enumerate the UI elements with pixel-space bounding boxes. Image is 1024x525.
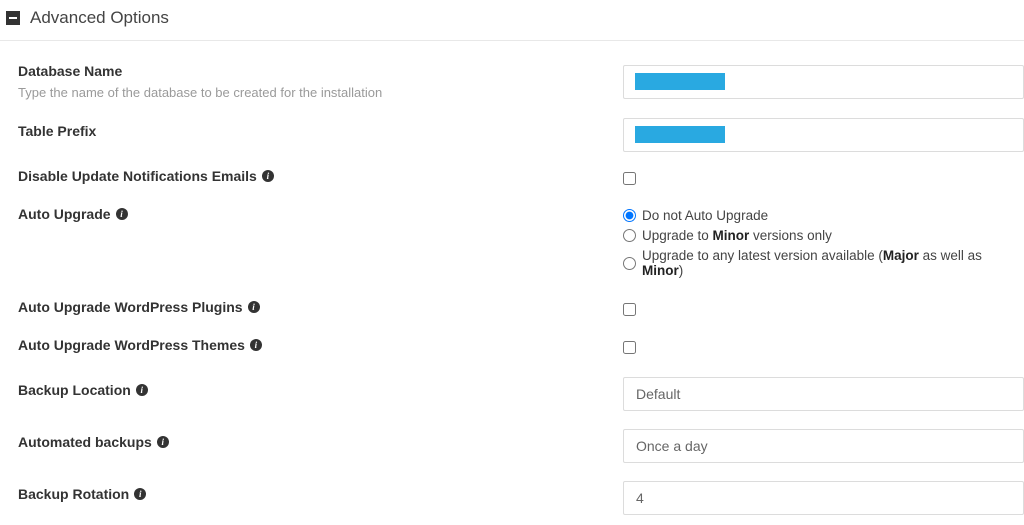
radio-any-label: Upgrade to any latest version available … — [642, 248, 1024, 278]
advanced-options-header[interactable]: Advanced Options — [0, 8, 1024, 41]
radio-minor-label: Upgrade to Minor versions only — [642, 228, 832, 243]
disable-update-emails-checkbox[interactable] — [623, 172, 636, 185]
label-text: Backup Location — [18, 382, 131, 398]
label-backup-rotation: Backup Rotation i — [18, 486, 146, 502]
auto-upgrade-option-none[interactable]: Do not Auto Upgrade — [623, 208, 1024, 223]
info-icon[interactable]: i — [248, 301, 260, 313]
radio-minor[interactable] — [623, 229, 636, 242]
database-name-input-wrap — [623, 65, 1024, 99]
auto-upgrade-plugins-checkbox[interactable] — [623, 303, 636, 316]
database-name-input[interactable] — [623, 65, 1024, 99]
auto-upgrade-themes-checkbox[interactable] — [623, 341, 636, 354]
label-text: Automated backups — [18, 434, 152, 450]
row-auto-upgrade-themes: Auto Upgrade WordPress Themes i — [18, 337, 1024, 359]
row-database-name: Database Name Type the name of the datab… — [18, 63, 1024, 100]
label-database-name: Database Name — [18, 63, 122, 79]
row-auto-upgrade-plugins: Auto Upgrade WordPress Plugins i — [18, 299, 1024, 321]
auto-upgrade-option-minor[interactable]: Upgrade to Minor versions only — [623, 228, 1024, 243]
backup-rotation-select[interactable] — [623, 481, 1024, 515]
advanced-options-body: Database Name Type the name of the datab… — [0, 49, 1024, 515]
label-auto-upgrade-plugins: Auto Upgrade WordPress Plugins i — [18, 299, 260, 315]
help-database-name: Type the name of the database to be crea… — [18, 85, 603, 100]
row-backup-rotation: Backup Rotation i — [18, 479, 1024, 515]
label-text: Auto Upgrade WordPress Themes — [18, 337, 245, 353]
label-automated-backups: Automated backups i — [18, 434, 169, 450]
info-icon[interactable]: i — [134, 488, 146, 500]
backup-location-select[interactable] — [623, 377, 1024, 411]
row-automated-backups: Automated backups i — [18, 427, 1024, 463]
info-icon[interactable]: i — [250, 339, 262, 351]
section-title: Advanced Options — [30, 8, 169, 28]
collapse-icon[interactable] — [6, 11, 20, 25]
radio-none-label: Do not Auto Upgrade — [642, 208, 768, 223]
row-auto-upgrade: Auto Upgrade i Do not Auto Upgrade Upgra… — [18, 206, 1024, 283]
label-table-prefix: Table Prefix — [18, 123, 96, 139]
label-text: Auto Upgrade — [18, 206, 111, 222]
row-table-prefix: Table Prefix — [18, 116, 1024, 152]
table-prefix-input-wrap — [623, 118, 1024, 152]
auto-upgrade-option-any[interactable]: Upgrade to any latest version available … — [623, 248, 1024, 278]
info-icon[interactable]: i — [157, 436, 169, 448]
radio-any[interactable] — [623, 257, 636, 270]
info-icon[interactable]: i — [262, 170, 274, 182]
label-text: Auto Upgrade WordPress Plugins — [18, 299, 243, 315]
label-text: Disable Update Notifications Emails — [18, 168, 257, 184]
row-backup-location: Backup Location i — [18, 375, 1024, 411]
label-auto-upgrade-themes: Auto Upgrade WordPress Themes i — [18, 337, 262, 353]
label-backup-location: Backup Location i — [18, 382, 148, 398]
automated-backups-select[interactable] — [623, 429, 1024, 463]
label-auto-upgrade: Auto Upgrade i — [18, 206, 128, 222]
radio-none[interactable] — [623, 209, 636, 222]
info-icon[interactable]: i — [116, 208, 128, 220]
table-prefix-input[interactable] — [623, 118, 1024, 152]
info-icon[interactable]: i — [136, 384, 148, 396]
row-disable-update-emails: Disable Update Notifications Emails i — [18, 168, 1024, 190]
label-disable-update-emails: Disable Update Notifications Emails i — [18, 168, 274, 184]
label-text: Backup Rotation — [18, 486, 129, 502]
